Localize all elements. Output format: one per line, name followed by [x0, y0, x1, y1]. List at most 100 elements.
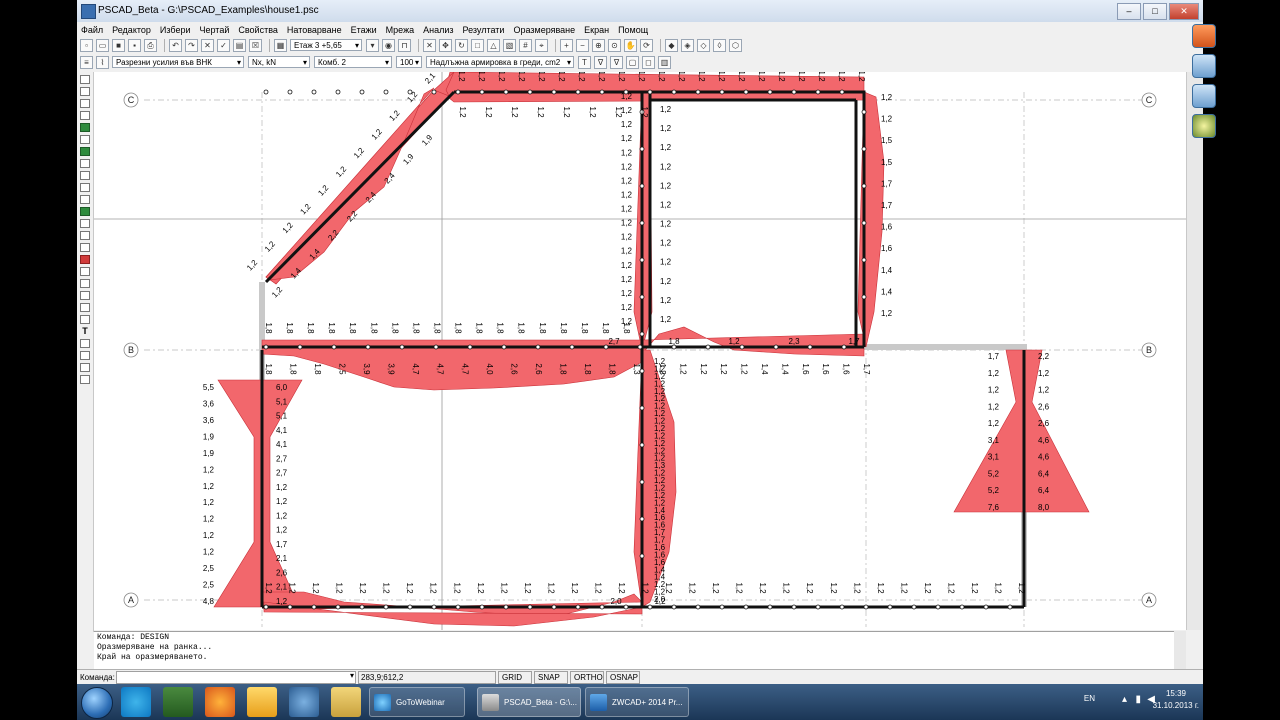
3d-wire-icon[interactable]: ◇: [697, 38, 710, 52]
menu-file[interactable]: Файл: [81, 25, 103, 35]
cross-icon[interactable]: ✕: [423, 38, 436, 52]
save-icon[interactable]: ■: [112, 38, 125, 52]
result-type-select[interactable]: Разрезни усилия във ВНК: [112, 56, 244, 68]
load-tool-icon[interactable]: [80, 219, 90, 228]
network-icon[interactable]: [163, 687, 193, 717]
polyline-tool-icon[interactable]: [80, 279, 90, 288]
text-icon[interactable]: T: [578, 55, 591, 69]
rect-icon[interactable]: □: [471, 38, 484, 52]
point-tool-icon[interactable]: [80, 255, 90, 264]
spring-tool-icon[interactable]: [80, 147, 90, 156]
network-tray-icon[interactable]: ▮: [1135, 694, 1141, 705]
taskbar-zwcad[interactable]: ZWCAD+ 2014 Pr...: [585, 687, 689, 717]
text-tool-icon[interactable]: T: [80, 327, 90, 336]
dim-h-tool-icon[interactable]: [80, 339, 90, 348]
calc-x-icon[interactable]: ☒: [249, 38, 262, 52]
node-tool-icon[interactable]: [80, 75, 90, 84]
wall-tool-icon[interactable]: [80, 207, 90, 216]
move-icon[interactable]: ✥: [439, 38, 452, 52]
regen-icon[interactable]: ⟳: [640, 38, 653, 52]
3d-view-icon[interactable]: ◆: [665, 38, 678, 52]
menu-screen[interactable]: Екран: [584, 25, 609, 35]
grid-toggle[interactable]: GRID: [498, 671, 532, 684]
undo-icon[interactable]: ↶: [169, 38, 182, 52]
dim-tool-icon[interactable]: [80, 243, 90, 252]
floor-up-icon[interactable]: ◉: [382, 38, 395, 52]
menu-mesh[interactable]: Мрежа: [386, 25, 414, 35]
print-icon[interactable]: ⎙: [144, 38, 157, 52]
delete-icon[interactable]: ✕: [201, 38, 214, 52]
ortho-toggle[interactable]: ORTHO: [570, 671, 604, 684]
save-as-icon[interactable]: ▪: [128, 38, 141, 52]
rect-tool-icon[interactable]: [80, 87, 90, 96]
filter-icon[interactable]: ∇: [594, 55, 607, 69]
mesh-tool-icon[interactable]: [80, 183, 90, 192]
rotate-icon[interactable]: ↻: [455, 38, 468, 52]
dim-r-tool-icon[interactable]: [80, 375, 90, 384]
3d-shade-icon[interactable]: ◊: [713, 38, 726, 52]
clock-time[interactable]: 15:39: [1157, 689, 1195, 698]
filter2-icon[interactable]: ∇: [610, 55, 623, 69]
maximize-button[interactable]: □: [1143, 3, 1167, 20]
dim-a-tool-icon[interactable]: [80, 363, 90, 372]
beam-tool-icon[interactable]: [80, 195, 90, 204]
taskbar-gotowebinar[interactable]: GoToWebinar: [369, 687, 465, 717]
layers-icon[interactable]: ▦: [274, 38, 287, 52]
scale-input[interactable]: 100: [396, 56, 422, 68]
clock-date[interactable]: 31.10.2013 г.: [1153, 701, 1199, 710]
moment-tool-icon[interactable]: [80, 231, 90, 240]
osnap-toggle[interactable]: OSNAP: [606, 671, 640, 684]
minimize-button[interactable]: –: [1117, 3, 1141, 20]
dim-v-tool-icon[interactable]: [80, 351, 90, 360]
language-indicator[interactable]: EN: [1084, 694, 1095, 703]
column-tool-icon[interactable]: [80, 135, 90, 144]
zoom-in-icon[interactable]: +: [560, 38, 573, 52]
snap-toggle[interactable]: SNAP: [534, 671, 568, 684]
gadget-mic-icon[interactable]: [1192, 54, 1216, 78]
skype-icon[interactable]: [121, 687, 151, 717]
check-icon[interactable]: ✓: [217, 38, 230, 52]
drawing-canvas[interactable]: C C B B A A 1,2 1,2 1,2 1,2 1,2 1,2 1,2 …: [94, 72, 1186, 630]
polygon-tool-icon[interactable]: [80, 303, 90, 312]
menu-help[interactable]: Помощ: [618, 25, 648, 35]
gadget-globe-icon[interactable]: [1192, 114, 1216, 138]
frame-view-icon[interactable]: ▢: [626, 55, 639, 69]
snap-icon[interactable]: ⌖: [535, 38, 548, 52]
explorer-icon[interactable]: [331, 687, 361, 717]
3d-orbit-icon[interactable]: ⬡: [729, 38, 742, 52]
area-tool-icon[interactable]: [80, 111, 90, 120]
pan-icon[interactable]: ✋: [624, 38, 637, 52]
frame-icon[interactable]: ⊓: [398, 38, 411, 52]
menu-loads[interactable]: Натоварване: [287, 25, 342, 35]
gadget-copy-icon[interactable]: [1192, 84, 1216, 108]
mirror-icon[interactable]: △: [487, 38, 500, 52]
open-file-icon[interactable]: ▭: [96, 38, 109, 52]
combination-select[interactable]: Комб. 2: [314, 56, 392, 68]
grid-icon[interactable]: #: [519, 38, 532, 52]
results-icon[interactable]: ≡: [80, 55, 93, 69]
wall-icon[interactable]: ▥: [658, 55, 671, 69]
3d-solid-icon[interactable]: ◈: [681, 38, 694, 52]
calc-icon[interactable]: ▤: [233, 38, 246, 52]
support-tool-icon[interactable]: [80, 123, 90, 132]
zoom-all-icon[interactable]: ⊙: [608, 38, 621, 52]
command-input[interactable]: [116, 671, 356, 684]
floor-select[interactable]: Етаж 3 +5,65: [290, 39, 362, 51]
zoom-out-icon[interactable]: −: [576, 38, 589, 52]
command-scrollbar[interactable]: [1174, 631, 1186, 669]
grid-tool-icon[interactable]: [80, 171, 90, 180]
line-tool-icon[interactable]: [80, 267, 90, 276]
zoom-window-icon[interactable]: ⊕: [592, 38, 605, 52]
media-player-icon[interactable]: [247, 687, 277, 717]
menu-properties[interactable]: Свойства: [238, 25, 278, 35]
menu-design[interactable]: Оразмеряване: [513, 25, 575, 35]
circle-tool-icon[interactable]: [80, 315, 90, 324]
diagram-icon[interactable]: ⌇: [96, 55, 109, 69]
rectangle-tool-icon[interactable]: [80, 291, 90, 300]
floor-down-icon[interactable]: ▾: [366, 38, 379, 52]
fill-icon[interactable]: ▧: [503, 38, 516, 52]
menu-analysis[interactable]: Анализ: [423, 25, 453, 35]
units-select[interactable]: Nx, kN: [248, 56, 310, 68]
menu-select[interactable]: Избери: [160, 25, 191, 35]
poly-tool-icon[interactable]: [80, 99, 90, 108]
